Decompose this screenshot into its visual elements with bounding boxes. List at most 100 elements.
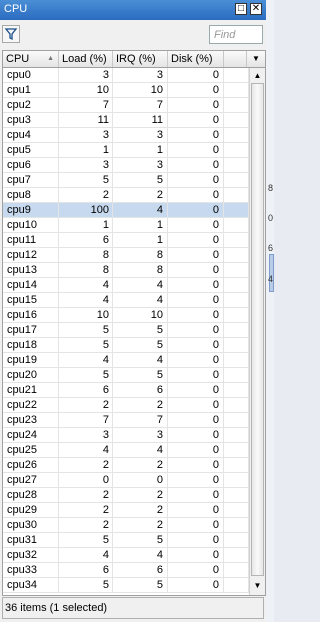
cell-irq: 4 bbox=[113, 548, 168, 562]
cell-irq: 3 bbox=[113, 158, 168, 172]
table-row[interactable]: cpu26 2 2 0 bbox=[3, 458, 249, 473]
cell-irq: 7 bbox=[113, 413, 168, 427]
table-row[interactable]: cpu7 5 5 0 bbox=[3, 173, 249, 188]
cell-load: 5 bbox=[59, 368, 113, 382]
cell-load: 5 bbox=[59, 323, 113, 337]
cell-cpu: cpu7 bbox=[3, 173, 59, 187]
cell-disk: 0 bbox=[168, 278, 224, 292]
cell-cpu: cpu1 bbox=[3, 83, 59, 97]
cell-irq: 7 bbox=[113, 98, 168, 112]
cell-disk: 0 bbox=[168, 143, 224, 157]
table-row[interactable]: cpu22 2 2 0 bbox=[3, 398, 249, 413]
cell-cpu: cpu26 bbox=[3, 458, 59, 472]
table-row[interactable]: cpu24 3 3 0 bbox=[3, 428, 249, 443]
table-row[interactable]: cpu13 8 8 0 bbox=[3, 263, 249, 278]
find-input[interactable] bbox=[209, 25, 263, 44]
table-row[interactable]: cpu6 3 3 0 bbox=[3, 158, 249, 173]
cell-spacer bbox=[224, 188, 249, 202]
cell-load: 7 bbox=[59, 413, 113, 427]
table-row[interactable]: cpu4 3 3 0 bbox=[3, 128, 249, 143]
table-row[interactable]: cpu2 7 7 0 bbox=[3, 98, 249, 113]
cell-cpu: cpu13 bbox=[3, 263, 59, 277]
scroll-down-arrow-icon[interactable]: ▼ bbox=[250, 578, 265, 593]
table-row[interactable]: cpu28 2 2 0 bbox=[3, 488, 249, 503]
status-bar: 36 items (1 selected) bbox=[2, 597, 264, 619]
cell-load: 4 bbox=[59, 353, 113, 367]
table-row[interactable]: cpu17 5 5 0 bbox=[3, 323, 249, 338]
cell-load: 5 bbox=[59, 533, 113, 547]
cell-spacer bbox=[224, 128, 249, 142]
cell-spacer bbox=[224, 413, 249, 427]
table-row[interactable]: cpu21 6 6 0 bbox=[3, 383, 249, 398]
background-fragment: 6 bbox=[268, 243, 274, 253]
cell-spacer bbox=[224, 173, 249, 187]
cell-spacer bbox=[224, 533, 249, 547]
cell-irq: 11 bbox=[113, 113, 168, 127]
table-row[interactable]: cpu8 2 2 0 bbox=[3, 188, 249, 203]
table-row[interactable]: cpu33 6 6 0 bbox=[3, 563, 249, 578]
table-row[interactable]: cpu32 4 4 0 bbox=[3, 548, 249, 563]
cell-load: 100 bbox=[59, 203, 113, 217]
table-row[interactable]: cpu27 0 0 0 bbox=[3, 473, 249, 488]
table-row[interactable]: cpu16 10 10 0 bbox=[3, 308, 249, 323]
cell-spacer bbox=[224, 368, 249, 382]
close-button[interactable]: ✕ bbox=[250, 3, 262, 15]
table-header: CPU ▲ Load (%) IRQ (%) Disk (%) ▼ bbox=[3, 51, 265, 68]
cell-spacer bbox=[224, 323, 249, 337]
cell-cpu: cpu27 bbox=[3, 473, 59, 487]
table-row[interactable]: cpu20 5 5 0 bbox=[3, 368, 249, 383]
column-header-cpu[interactable]: CPU ▲ bbox=[3, 51, 59, 67]
table-row[interactable]: cpu3 11 11 0 bbox=[3, 113, 249, 128]
cell-cpu: cpu6 bbox=[3, 158, 59, 172]
cell-irq: 1 bbox=[113, 218, 168, 232]
cell-load: 2 bbox=[59, 488, 113, 502]
cell-disk: 0 bbox=[168, 83, 224, 97]
cell-load: 2 bbox=[59, 398, 113, 412]
background-fragment: 0 bbox=[268, 213, 274, 223]
column-menu-button[interactable]: ▼ bbox=[247, 51, 265, 67]
cell-spacer bbox=[224, 518, 249, 532]
column-header-load[interactable]: Load (%) bbox=[59, 51, 113, 67]
table-row[interactable]: cpu9 100 4 0 bbox=[3, 203, 249, 218]
cell-irq: 1 bbox=[113, 143, 168, 157]
scrollbar-thumb[interactable] bbox=[251, 83, 264, 576]
cell-cpu: cpu2 bbox=[3, 98, 59, 112]
table-row[interactable]: cpu19 4 4 0 bbox=[3, 353, 249, 368]
cell-spacer bbox=[224, 98, 249, 112]
table-row[interactable]: cpu31 5 5 0 bbox=[3, 533, 249, 548]
cell-irq: 4 bbox=[113, 203, 168, 217]
table-row[interactable]: cpu18 5 5 0 bbox=[3, 338, 249, 353]
cell-cpu: cpu8 bbox=[3, 188, 59, 202]
table-row[interactable]: cpu29 2 2 0 bbox=[3, 503, 249, 518]
table-row[interactable]: cpu15 4 4 0 bbox=[3, 293, 249, 308]
cell-irq: 5 bbox=[113, 173, 168, 187]
table-row[interactable]: cpu30 2 2 0 bbox=[3, 518, 249, 533]
table-row[interactable]: cpu5 1 1 0 bbox=[3, 143, 249, 158]
cell-irq: 0 bbox=[113, 473, 168, 487]
column-header-disk[interactable]: Disk (%) bbox=[168, 51, 224, 67]
cell-spacer bbox=[224, 278, 249, 292]
cell-load: 5 bbox=[59, 173, 113, 187]
cell-disk: 0 bbox=[168, 398, 224, 412]
table-row[interactable]: cpu12 8 8 0 bbox=[3, 248, 249, 263]
table-row[interactable]: cpu10 1 1 0 bbox=[3, 218, 249, 233]
table-row[interactable]: cpu0 3 3 0 bbox=[3, 68, 249, 83]
table-row[interactable]: cpu14 4 4 0 bbox=[3, 278, 249, 293]
table-row[interactable]: cpu23 7 7 0 bbox=[3, 413, 249, 428]
maximize-button[interactable]: □ bbox=[235, 3, 247, 15]
title-bar[interactable]: CPU □ ✕ bbox=[0, 0, 266, 20]
cell-disk: 0 bbox=[168, 128, 224, 142]
filter-button[interactable] bbox=[2, 25, 20, 43]
cell-load: 6 bbox=[59, 233, 113, 247]
table-row[interactable]: cpu34 5 5 0 bbox=[3, 578, 249, 593]
table-row[interactable]: cpu1 10 10 0 bbox=[3, 83, 249, 98]
cell-irq: 10 bbox=[113, 83, 168, 97]
cell-load: 2 bbox=[59, 458, 113, 472]
vertical-scrollbar[interactable]: ▲ ▼ bbox=[249, 68, 265, 595]
table-row[interactable]: cpu11 6 1 0 bbox=[3, 233, 249, 248]
table-row[interactable]: cpu25 4 4 0 bbox=[3, 443, 249, 458]
scroll-up-arrow-icon[interactable]: ▲ bbox=[250, 68, 265, 83]
cell-spacer bbox=[224, 458, 249, 472]
column-header-irq[interactable]: IRQ (%) bbox=[113, 51, 168, 67]
cell-spacer bbox=[224, 473, 249, 487]
